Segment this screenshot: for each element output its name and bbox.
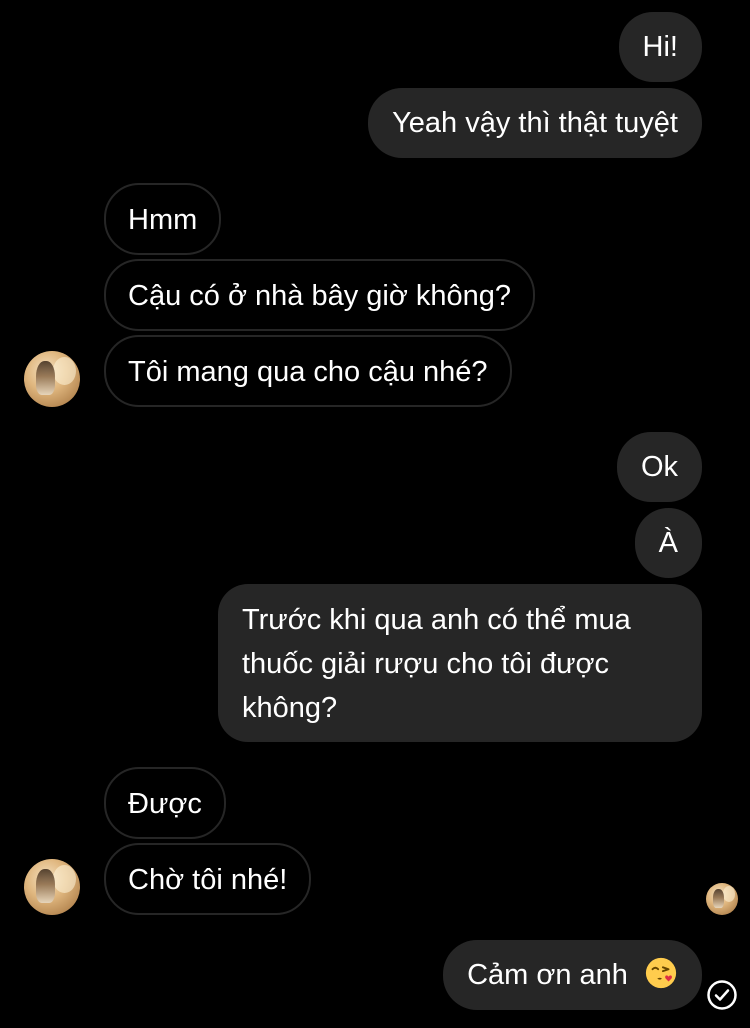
message-text: Tôi mang qua cho cậu nhé? [128,356,488,388]
sent-message-bubble[interactable]: Hi! [618,12,702,82]
received-message-bubble[interactable]: Cậu có ở nhà bây giờ không? [104,259,536,331]
check-circle-icon [707,980,737,1010]
sent-message-bubble[interactable]: Cảm ơn anh [443,940,702,1010]
received-message-bubble[interactable]: Hmm [104,183,222,255]
message-text: Hmm [128,204,198,236]
message-text: Hi! [642,31,678,63]
message-text: Chờ tôi nhé! [128,864,288,896]
message-text: À [658,527,678,559]
seen-avatar [706,883,738,915]
message-text: Được [128,788,202,820]
sent-message-bubble[interactable]: Trước khi qua anh có thể mua thuốc giải … [218,584,702,742]
message-text: Trước khi qua anh có thể mua thuốc giải … [242,604,631,724]
sent-message-bubble[interactable]: Ok [616,432,702,502]
received-message-bubble[interactable]: Chờ tôi nhé! [104,843,312,915]
contact-avatar[interactable] [24,859,80,915]
message-text: Yeah vậy thì thật tuyệt [392,107,678,139]
message-text: Ok [640,451,678,483]
face-blowing-kiss-icon [645,957,677,989]
received-message-bubble[interactable]: Được [104,767,226,839]
message-text: Cảm ơn anh [467,959,628,991]
received-message-bubble[interactable]: Tôi mang qua cho cậu nhé? [104,335,512,407]
message-text: Cậu có ở nhà bây giờ không? [128,280,512,312]
sent-message-bubble[interactable]: À [634,508,702,578]
sent-message-bubble[interactable]: Yeah vậy thì thật tuyệt [368,88,702,158]
contact-avatar[interactable] [24,351,80,407]
